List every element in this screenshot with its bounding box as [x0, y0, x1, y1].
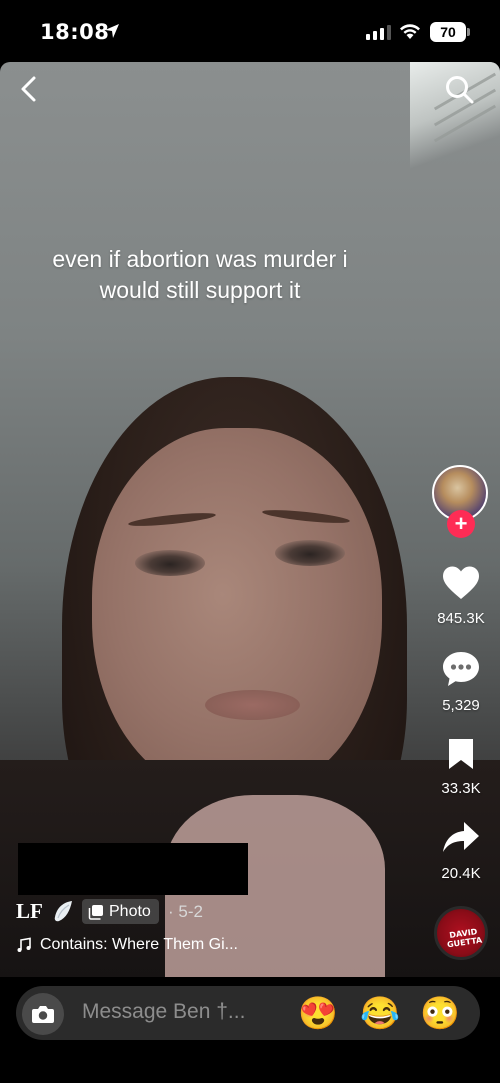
music-disc-label: DAVID GUETTA — [446, 927, 483, 950]
emoji-heart-eyes: 😍 — [298, 995, 338, 1031]
chevron-left-icon — [21, 76, 36, 102]
overlay-caption: even if abortion was murder i would stil… — [52, 246, 348, 303]
follow-button[interactable]: + — [447, 510, 475, 538]
comment-icon — [443, 652, 479, 686]
emoji-laughing: 😂 — [360, 995, 400, 1031]
battery-icon: 70 — [430, 22, 466, 42]
emoji-flushed: 😳 — [420, 995, 460, 1031]
mouth — [205, 690, 300, 720]
person-face — [92, 428, 382, 798]
camera-icon — [32, 1006, 54, 1023]
comment-button[interactable]: 5,329 — [430, 650, 492, 714]
bookmark-button[interactable]: 33.3K — [430, 737, 492, 797]
photo-type-badge: Photo — [82, 899, 159, 924]
left-eye — [135, 550, 205, 576]
cellular-signal-icon — [366, 24, 391, 40]
comment-count: 5,329 — [442, 697, 480, 714]
search-icon — [446, 76, 474, 104]
post-date: · 5-2 — [168, 902, 203, 921]
heart-icon — [443, 566, 479, 599]
message-input[interactable]: Message Ben †... — [82, 1000, 245, 1024]
share-button[interactable]: 20.4K — [430, 820, 492, 882]
bookmark-icon — [449, 739, 473, 769]
photo-stack-icon — [88, 904, 103, 920]
music-info[interactable]: Contains: Where Them Gi... — [16, 936, 238, 954]
wifi-icon — [398, 22, 422, 45]
music-note-icon — [17, 937, 31, 952]
emoji-heart-eyes-button[interactable]: 😍 — [298, 993, 338, 1033]
search-button[interactable] — [444, 74, 476, 106]
share-count: 20.4K — [441, 865, 481, 882]
emoji-laughing-button[interactable]: 😂 — [360, 993, 400, 1033]
right-eye — [275, 540, 345, 566]
status-time: 18:08 — [40, 20, 110, 44]
music-title: Contains: Where Them Gi... — [40, 936, 238, 953]
camera-button[interactable] — [22, 993, 64, 1035]
like-button[interactable]: 845.3K — [430, 565, 492, 627]
emoji-flushed-button[interactable]: 😳 — [420, 993, 460, 1033]
back-button[interactable] — [16, 74, 42, 104]
share-arrow-icon — [443, 822, 479, 852]
battery-tip — [467, 28, 470, 36]
status-bar: 18:08 70 — [0, 0, 500, 62]
photo-type-label: Photo — [109, 902, 151, 920]
like-count: 845.3K — [437, 610, 485, 627]
location-arrow-icon — [103, 22, 121, 45]
music-disc[interactable]: DAVID GUETTA — [434, 906, 488, 960]
wing-icon — [52, 899, 74, 928]
redaction-box — [18, 843, 248, 895]
bookmark-count: 33.3K — [441, 780, 481, 797]
author-name[interactable]: LF — [16, 898, 43, 924]
